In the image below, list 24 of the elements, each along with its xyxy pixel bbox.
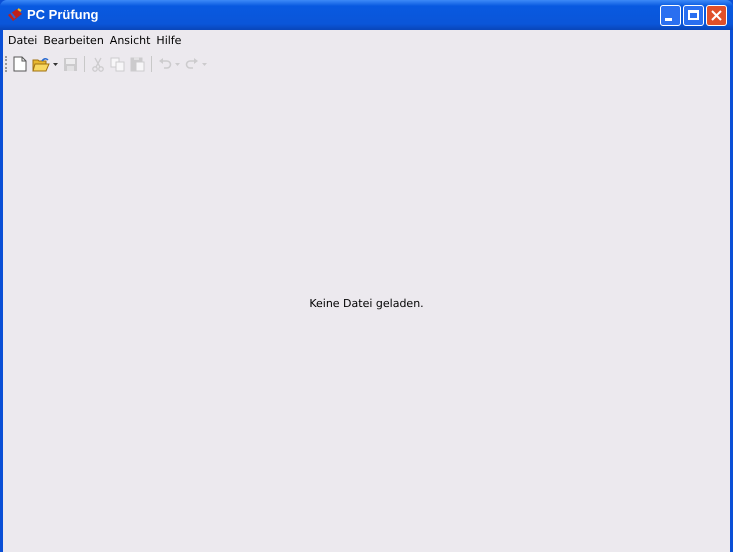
maximize-button[interactable] [683,4,704,26]
app-logo-icon [6,7,24,23]
status-message: Keine Datei geladen. [309,296,424,312]
close-button[interactable] [706,4,727,26]
clipboard-icon [130,56,145,72]
minimize-icon [665,18,672,20]
scissors-icon [91,56,105,72]
menu-item[interactable]: Ansicht [106,32,154,50]
menu-item[interactable]: Hilfe [153,32,184,50]
copy-icon [110,56,125,72]
redo-arrow-icon [185,57,199,71]
caret-icon [202,62,207,66]
blank-page-icon [13,56,27,72]
maximize-icon [688,10,699,20]
close-icon [711,10,722,20]
undo-arrow-icon [158,57,172,71]
caret-icon [53,62,58,66]
minimize-button[interactable] [660,4,681,26]
caret-icon [175,62,180,66]
menu-item[interactable]: Datei [5,32,40,50]
window-title: PC Prüfung [27,6,98,24]
new-button[interactable] [11,54,29,74]
folder-icon [32,56,50,72]
menu-item[interactable]: Bearbeiten [40,32,107,50]
